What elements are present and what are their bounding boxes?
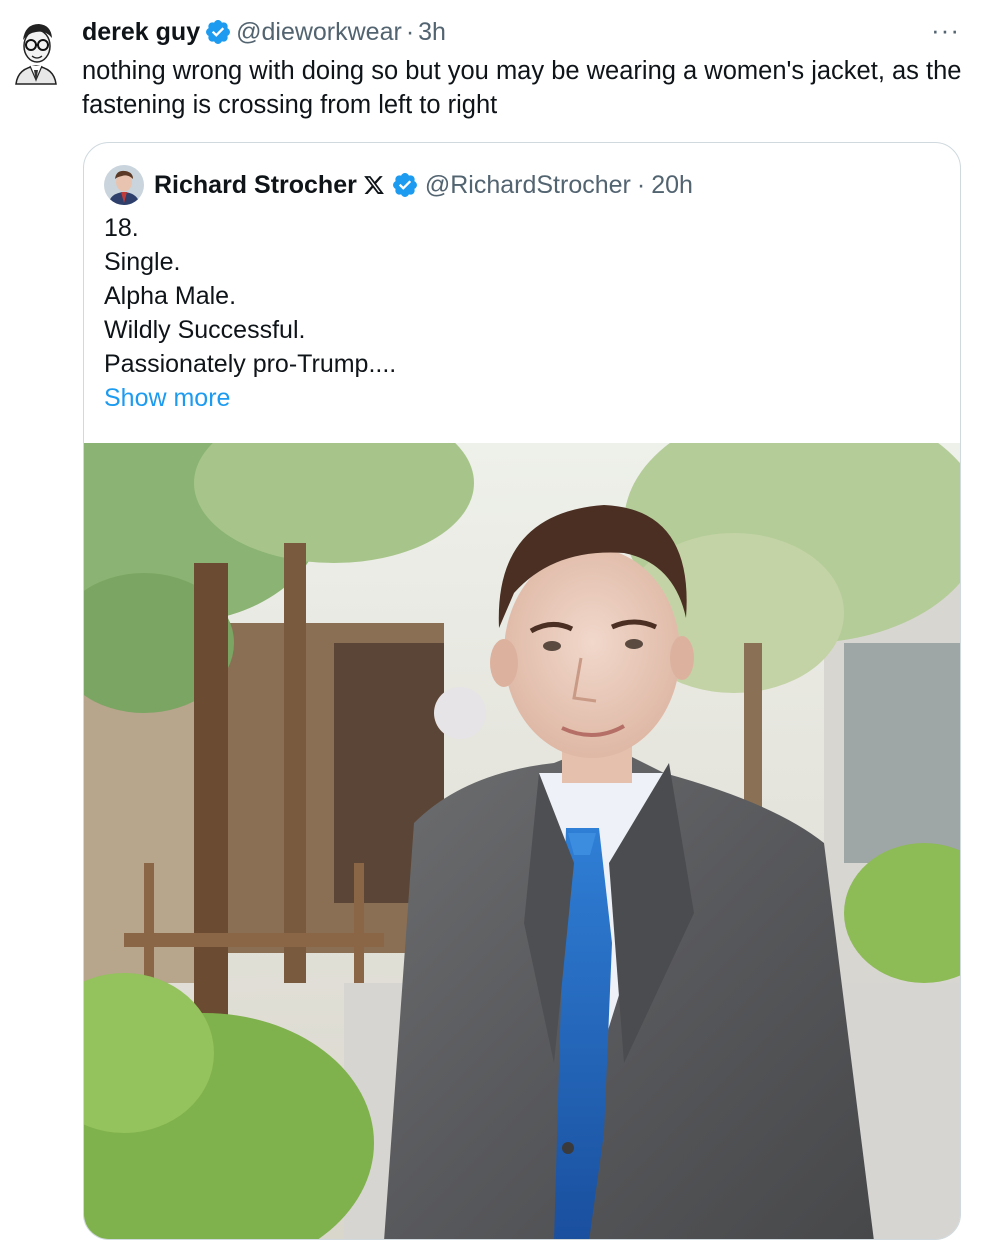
- quoted-tweet-card[interactable]: Richard Strocher @RichardStrocher · 20h …: [83, 142, 961, 1240]
- tweet-header: derek guy @dieworkwear · 3h: [82, 14, 922, 50]
- avatar-illustration-icon: [8, 16, 64, 86]
- x-logo-icon: [363, 176, 384, 194]
- quoted-author-name[interactable]: Richard Strocher: [154, 167, 357, 203]
- quoted-author-avatar[interactable]: [104, 165, 144, 205]
- quoted-tweet-photo[interactable]: [84, 443, 960, 1239]
- quoted-text-line: 18.: [104, 214, 139, 242]
- more-options-icon[interactable]: ···: [931, 16, 960, 44]
- author-avatar[interactable]: [8, 16, 64, 86]
- quoted-tweet-timestamp[interactable]: 20h: [651, 167, 693, 203]
- avatar-photo-icon: [104, 165, 144, 205]
- tweet-timestamp[interactable]: 3h: [418, 14, 446, 50]
- author-name[interactable]: derek guy: [82, 14, 200, 50]
- tweet[interactable]: derek guy @dieworkwear · 3h ··· nothing …: [0, 0, 982, 1256]
- quoted-header-separator: ·: [636, 171, 646, 199]
- quoted-tweet-text: 18. Single. Alpha Male. Wildly Successfu…: [104, 211, 924, 381]
- quoted-tweet-header: Richard Strocher @RichardStrocher · 20h: [104, 165, 693, 205]
- verified-badge-icon[interactable]: [391, 171, 419, 199]
- quoted-text-line: Alpha Male.: [104, 282, 237, 310]
- show-more-link[interactable]: Show more: [104, 381, 230, 415]
- quoted-text-line: Wildly Successful.: [104, 316, 306, 344]
- photo-image: [84, 443, 960, 1239]
- tweet-text: nothing wrong with doing so but you may …: [82, 57, 962, 119]
- verified-badge-icon[interactable]: [204, 18, 232, 46]
- quoted-author-handle[interactable]: @RichardStrocher: [425, 167, 631, 203]
- quoted-text-line: Single.: [104, 248, 181, 276]
- quoted-text-line: Passionately pro-Trump....: [104, 350, 397, 378]
- header-separator: ·: [405, 18, 415, 46]
- author-handle[interactable]: @dieworkwear: [236, 14, 402, 50]
